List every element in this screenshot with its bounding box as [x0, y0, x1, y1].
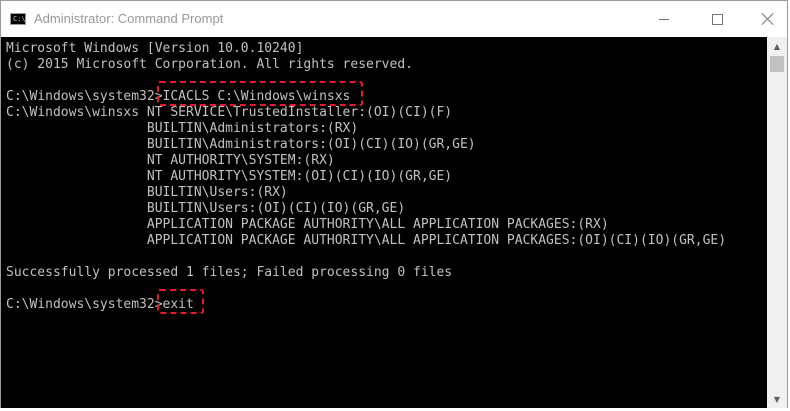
close-button[interactable] [745, 1, 790, 37]
scrollbar-thumb[interactable] [770, 56, 784, 72]
console-line: (c) 2015 Microsoft Corporation. All righ… [6, 57, 413, 72]
scroll-down-arrow-icon[interactable]: ▼ [767, 390, 787, 408]
title-bar[interactable]: C:\ Administrator: Command Prompt [1, 1, 787, 37]
console-output[interactable]: Microsoft Windows [Version 10.0.10240] (… [1, 37, 767, 408]
vertical-scrollbar[interactable]: ▲ ▼ [767, 37, 787, 408]
console-line: APPLICATION PACKAGE AUTHORITY\ALL APPLIC… [6, 217, 609, 232]
command-prompt-window: C:\ Administrator: Command Prompt Micros… [0, 0, 788, 408]
console-line: NT AUTHORITY\SYSTEM:(RX) [6, 153, 335, 168]
cmd-app-icon[interactable]: C:\ [10, 13, 26, 25]
console-line: BUILTIN\Administrators:(OI)(CI)(IO)(GR,G… [6, 137, 476, 152]
console-line: APPLICATION PACKAGE AUTHORITY\ALL APPLIC… [6, 233, 727, 248]
console-line: NT AUTHORITY\SYSTEM:(OI)(CI)(IO)(GR,GE) [6, 169, 453, 184]
console-line: Microsoft Windows [Version 10.0.10240] [6, 41, 304, 56]
icacls-command-highlight [157, 81, 363, 106]
console-line: C:\Windows\winsxs NT SERVICE\TrustedInst… [6, 105, 453, 120]
exit-command-highlight [157, 289, 204, 314]
console-line: BUILTIN\Administrators:(RX) [6, 121, 359, 136]
minimize-button[interactable] [641, 1, 687, 37]
close-icon [762, 13, 774, 25]
maximize-button[interactable] [694, 1, 740, 37]
console-line: BUILTIN\Users:(OI)(CI)(IO)(GR,GE) [6, 201, 406, 216]
minimize-icon [659, 18, 669, 20]
cmd-icon-glyph: C:\ [13, 15, 26, 23]
window-title: Administrator: Command Prompt [34, 11, 224, 26]
console-line: BUILTIN\Users:(RX) [6, 185, 288, 200]
maximize-icon [711, 13, 723, 25]
console-line: Successfully processed 1 files; Failed p… [6, 265, 453, 280]
scroll-up-arrow-icon[interactable]: ▲ [767, 37, 787, 55]
